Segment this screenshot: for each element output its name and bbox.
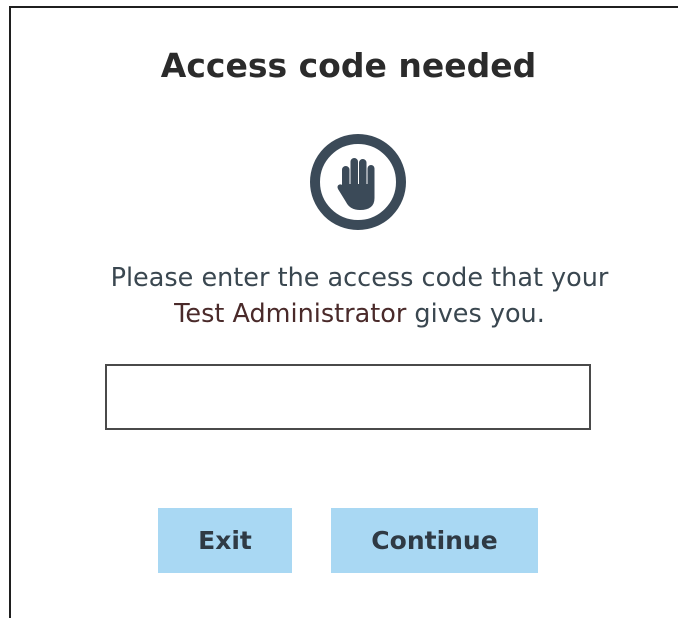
instruction-line-2-end: gives you. [406,299,545,329]
instruction-line-1: Please enter the access code that your [110,263,609,293]
continue-button[interactable]: Continue [331,508,538,573]
access-code-input[interactable] [105,364,591,430]
exit-button[interactable]: Exit [158,508,292,573]
dialog-title: Access code needed [160,46,537,85]
test-administrator-text: Test Administrator [174,299,407,329]
stop-hand-icon [310,134,406,230]
instruction-text: Please enter the access code that your T… [11,260,678,332]
